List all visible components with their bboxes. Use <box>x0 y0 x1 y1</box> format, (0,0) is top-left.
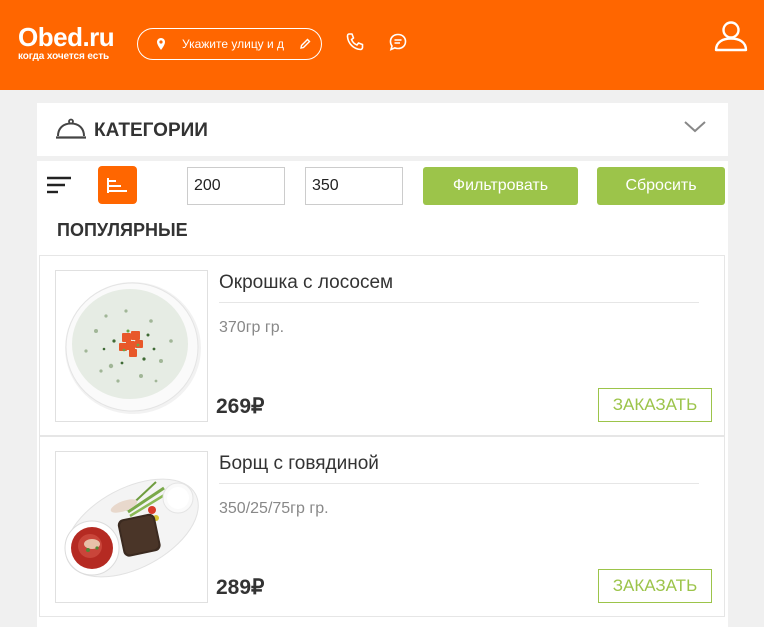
order-button[interactable]: ЗАКАЗАТЬ <box>598 388 712 422</box>
order-button[interactable]: ЗАКАЗАТЬ <box>598 569 712 603</box>
catalog-panel: КАТЕГОРИИ Фильтровать Сбросить ПОПУЛЯРНЫ… <box>37 103 728 627</box>
categories-label: КАТЕГОРИИ <box>94 120 208 141</box>
categories-dropdown[interactable]: КАТЕГОРИИ <box>37 103 728 161</box>
cloche-icon <box>56 118 86 139</box>
dish-price: 269₽ <box>216 395 265 418</box>
dish-image-okroshka[interactable] <box>55 270 208 422</box>
logo-tagline: когда хочется есть <box>18 51 110 62</box>
site-header: Obed.ru когда хочется есть Укажите улицу… <box>0 0 764 90</box>
location-pin-icon <box>157 38 165 50</box>
dish-weight: 350/25/75гр гр. <box>219 500 329 517</box>
filter-button[interactable]: Фильтровать <box>423 167 578 205</box>
dish-image-borscht[interactable] <box>55 451 208 603</box>
dish-card: Окрошка с лососем 370гр гр. 269₽ ЗАКАЗАТ… <box>39 255 725 436</box>
dish-weight: 370гр гр. <box>219 319 285 336</box>
price-min-input[interactable] <box>187 167 285 205</box>
chevron-down-icon <box>684 121 706 133</box>
address-placeholder: Укажите улицу и д <box>182 37 285 51</box>
user-account-icon[interactable] <box>714 20 748 52</box>
sort-lines-icon[interactable] <box>47 175 71 195</box>
sort-bars-icon <box>107 178 127 193</box>
address-selector[interactable]: Укажите улицу и д <box>137 28 322 60</box>
section-title: ПОПУЛЯРНЫЕ <box>57 220 188 240</box>
reset-button[interactable]: Сбросить <box>597 167 725 205</box>
sort-toggle-button[interactable] <box>98 166 137 204</box>
dish-name[interactable]: Борщ с говядиной <box>219 453 379 475</box>
pencil-icon <box>300 38 311 49</box>
chat-icon[interactable] <box>388 32 408 52</box>
site-logo[interactable]: Obed.ru когда хочется есть <box>18 22 115 62</box>
dish-name[interactable]: Окрошка с лососем <box>219 272 393 294</box>
dish-card: Борщ с говядиной 350/25/75гр гр. 289₽ ЗА… <box>39 436 725 617</box>
price-max-input[interactable] <box>305 167 403 205</box>
phone-icon[interactable] <box>345 32 365 52</box>
divider <box>219 302 699 303</box>
dish-price: 289₽ <box>216 576 265 599</box>
divider <box>219 483 699 484</box>
logo-text: Obed.ru <box>18 22 115 52</box>
